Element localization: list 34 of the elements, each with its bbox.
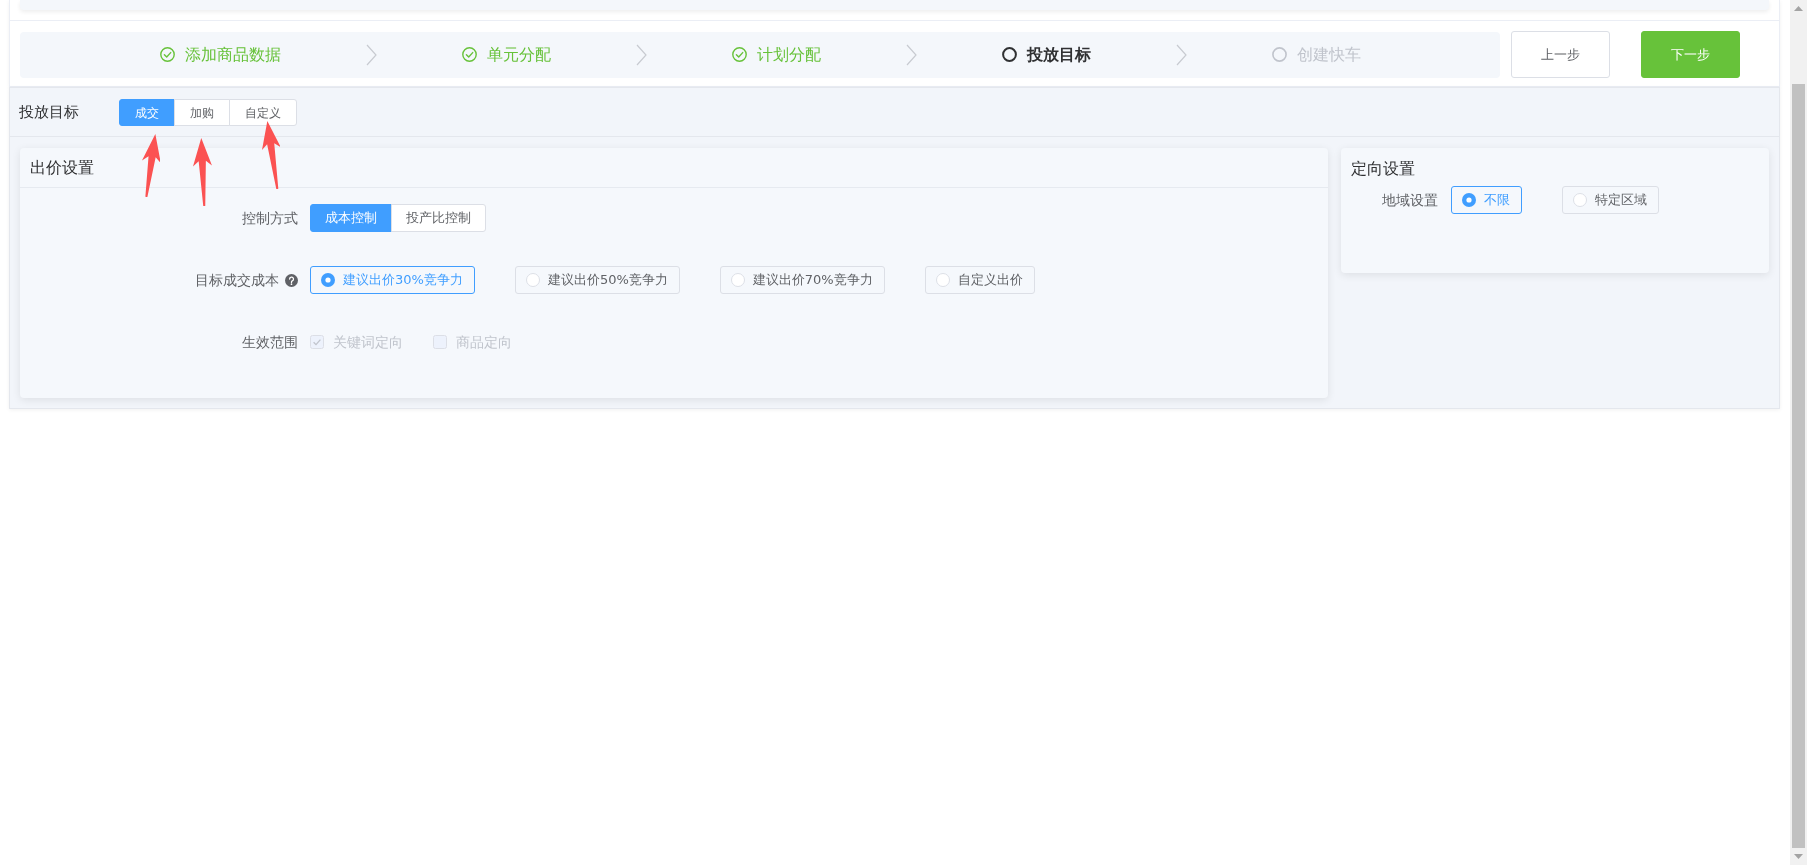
goal-tab[interactable]: 加购: [174, 99, 230, 126]
scrollbar-thumb[interactable]: [1792, 84, 1805, 848]
goal-tab[interactable]: 自定义: [229, 99, 297, 126]
step-label: 单元分配: [487, 43, 551, 66]
radio-icon: [730, 273, 745, 287]
help-icon[interactable]: [285, 273, 298, 287]
step-label: 计划分配: [757, 43, 821, 66]
step-label: 投放目标: [1027, 43, 1091, 66]
radio-option[interactable]: 特定区域: [1562, 186, 1659, 214]
chevron-icon: [636, 43, 647, 66]
back-button[interactable]: 上一步: [1511, 31, 1610, 78]
radio-option[interactable]: 自定义出价: [924, 266, 1035, 294]
scrollbar[interactable]: [1790, 0, 1807, 865]
radio-icon: [1573, 193, 1587, 207]
chevron-icon: [1176, 43, 1187, 66]
radio-option[interactable]: 建议出价50%竞争力: [514, 266, 680, 294]
card-title: 定向设置: [1351, 158, 1415, 180]
field-label: 地域设置: [1382, 190, 1438, 210]
scroll-up-icon[interactable]: [1794, 6, 1803, 11]
radio-icon: [525, 273, 540, 287]
field-label: 控制方式: [242, 208, 298, 228]
radio-icon: [321, 273, 335, 287]
card-title: 出价设置: [30, 156, 94, 179]
radio-icon: [1462, 193, 1476, 207]
scroll-down-icon[interactable]: [1794, 854, 1803, 859]
field-label: 生效范围: [242, 332, 298, 352]
step-label: 添加商品数据: [185, 43, 281, 66]
field-label: 目标成交成本: [195, 270, 279, 290]
segment-button[interactable]: 投产比控制: [391, 204, 486, 232]
chevron-icon: [906, 43, 917, 66]
radio-option[interactable]: 建议出价70%竞争力: [719, 266, 885, 294]
radio-icon: [935, 273, 950, 287]
chevron-icon: [366, 43, 377, 66]
goal-label: 投放目标: [19, 102, 80, 124]
